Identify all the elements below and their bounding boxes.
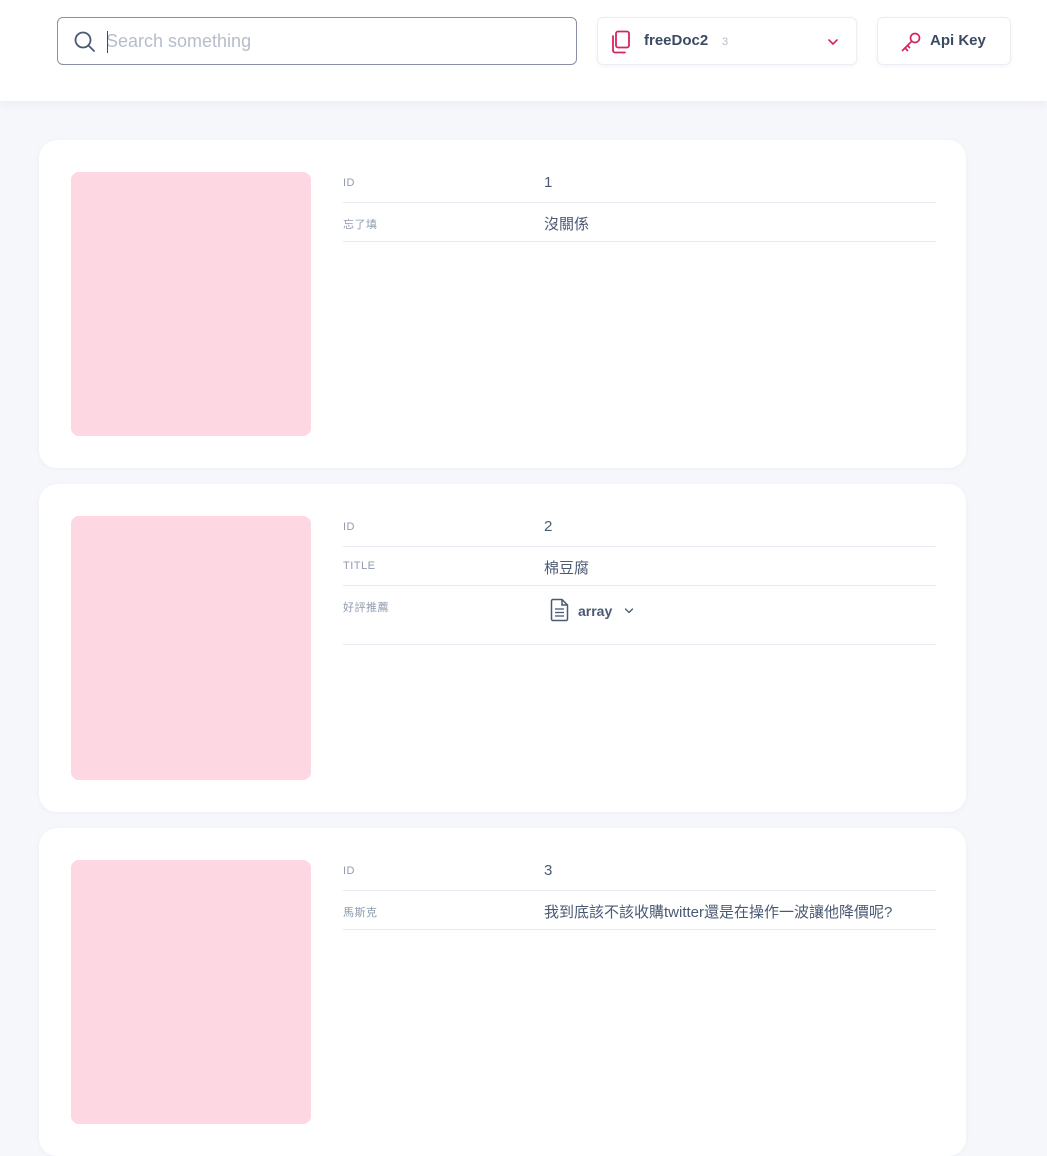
chevron-down-icon <box>624 608 634 614</box>
api-key-button[interactable]: Api Key <box>877 17 1011 65</box>
field-value: 棉豆腐 <box>544 560 590 577</box>
field-key: ID <box>343 865 355 877</box>
field-key: ID <box>343 177 355 189</box>
field-value: 沒關係 <box>544 216 590 233</box>
search-box[interactable] <box>57 17 577 65</box>
file-icon <box>550 598 569 622</box>
field-row: TITLE 棉豆腐 <box>343 547 936 586</box>
collection-name: freeDoc2 <box>644 32 709 49</box>
field-row: 好評推薦 array <box>343 586 936 645</box>
document-card[interactable]: ID 1 忘了填 沒關係 <box>39 140 966 468</box>
chevron-down-icon[interactable] <box>827 37 839 47</box>
top-bar: freeDoc2 3 Api Key <box>0 0 1047 101</box>
field-value: 我到底該不該收購twitter還是在操作一波讓他降價呢? <box>544 904 893 921</box>
collection-count: 3 <box>722 36 729 48</box>
field-key: TITLE <box>343 560 376 572</box>
search-icon <box>74 31 95 52</box>
document-fields: ID 3 馬斯克 我到底該不該收購twitter還是在操作一波讓他降價呢? <box>343 852 936 930</box>
collection-selector[interactable]: freeDoc2 3 <box>597 17 857 65</box>
field-key: 馬斯克 <box>343 907 378 919</box>
array-label: array <box>578 603 613 619</box>
document-card[interactable]: ID 3 馬斯克 我到底該不該收購twitter還是在操作一波讓他降價呢? <box>39 828 966 1156</box>
key-icon <box>901 32 921 52</box>
document-thumbnail <box>71 172 311 436</box>
field-row: ID 1 <box>343 164 936 203</box>
field-value: 3 <box>544 862 553 879</box>
field-key: 好評推薦 <box>343 602 389 614</box>
text-cursor <box>107 31 108 53</box>
document-fields: ID 2 TITLE 棉豆腐 好評推薦 array <box>343 508 936 645</box>
document-fields: ID 1 忘了填 沒關係 <box>343 164 936 242</box>
search-input[interactable] <box>106 26 561 56</box>
field-value: 1 <box>544 174 553 191</box>
field-row: ID 3 <box>343 852 936 891</box>
field-key: ID <box>343 521 355 533</box>
field-row: ID 2 <box>343 508 936 547</box>
field-row: 忘了填 沒關係 <box>343 203 936 242</box>
document-thumbnail <box>71 860 311 1124</box>
document-card[interactable]: ID 2 TITLE 棉豆腐 好評推薦 array <box>39 484 966 812</box>
field-row: 馬斯克 我到底該不該收購twitter還是在操作一波讓他降價呢? <box>343 891 936 930</box>
api-key-label: Api Key <box>930 32 986 49</box>
field-value: 2 <box>544 518 553 535</box>
document-thumbnail <box>71 516 311 780</box>
field-key: 忘了填 <box>343 219 378 231</box>
documents-icon <box>612 30 630 54</box>
